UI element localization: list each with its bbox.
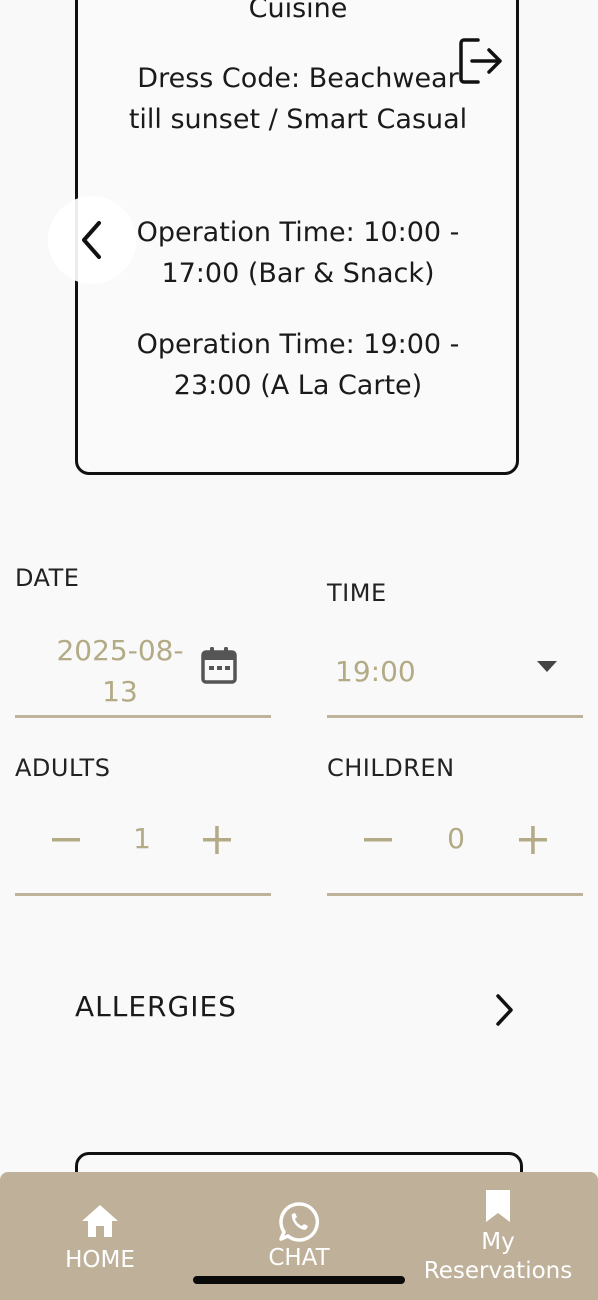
adults-decrement-button[interactable]	[42, 815, 92, 865]
adults-label: ADULTS	[15, 754, 111, 782]
nav-label-chat: CHAT	[268, 1245, 330, 1271]
date-field[interactable]: 2025-08-13	[40, 630, 200, 712]
whatsapp-icon	[279, 1202, 320, 1242]
children-increment-button[interactable]	[509, 815, 559, 865]
home-icon	[82, 1205, 118, 1237]
adults-increment-button[interactable]	[193, 815, 243, 865]
children-underline	[327, 893, 583, 896]
children-decrement-button[interactable]	[354, 815, 404, 865]
chevron-down-icon[interactable]	[537, 661, 557, 672]
operation-time-bar-text: Operation Time: 10:00 - 17:00 (Bar & Sna…	[136, 217, 460, 289]
time-select[interactable]: 19:00	[335, 655, 416, 688]
date-label: DATE	[15, 564, 80, 592]
nav-item-my-reservations[interactable]: My Reservations	[420, 1172, 576, 1300]
adults-underline	[15, 893, 271, 896]
nav-label-my-reservations: My Reservations	[423, 1229, 573, 1284]
previous-button[interactable]	[48, 196, 136, 284]
chevron-right-icon[interactable]	[488, 990, 522, 1030]
minus-icon	[364, 838, 392, 842]
children-value: 0	[447, 822, 465, 855]
allergies-row-label[interactable]: ALLERGIES	[75, 990, 237, 1023]
chevron-left-icon	[82, 221, 101, 259]
home-indicator	[193, 1276, 405, 1284]
exit-icon[interactable]	[458, 36, 504, 86]
plus-icon	[519, 826, 547, 854]
minus-icon	[52, 838, 80, 842]
calendar-icon[interactable]	[200, 645, 238, 685]
bookmark-icon	[486, 1190, 510, 1222]
nav-item-home[interactable]: HOME	[40, 1172, 160, 1300]
children-label: CHILDREN	[327, 754, 455, 782]
operation-time-alacarte-text: Operation Time: 19:00 - 23:00 (A La Cart…	[136, 329, 460, 401]
date-underline	[15, 715, 271, 718]
time-label: TIME	[327, 579, 387, 607]
dress-code-text: Dress Code: Beachwear till sunset / Smar…	[128, 63, 468, 135]
time-underline	[327, 715, 583, 718]
plus-icon	[203, 826, 231, 854]
cuisine-text: Cuisine	[248, 0, 348, 24]
nav-label-home: HOME	[65, 1247, 135, 1273]
adults-value: 1	[133, 822, 151, 855]
